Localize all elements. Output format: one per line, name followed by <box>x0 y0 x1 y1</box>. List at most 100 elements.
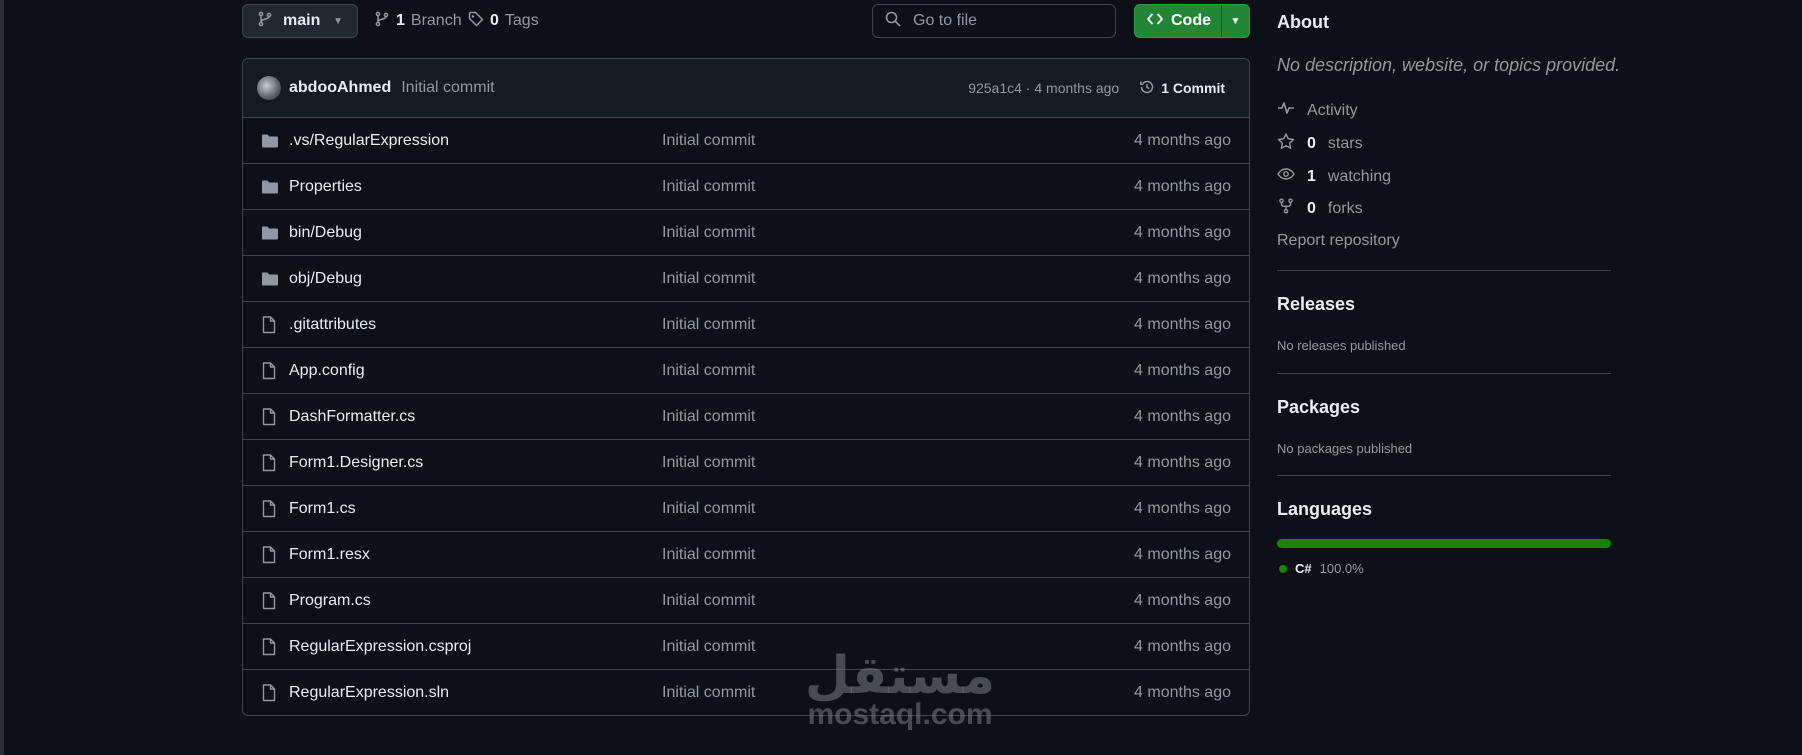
file-name-link[interactable]: obj/Debug <box>289 270 662 288</box>
activity-link[interactable]: Activity <box>1277 100 1358 121</box>
avatar[interactable] <box>257 76 281 100</box>
file-commit-date: 4 months ago <box>1134 361 1231 379</box>
folder-icon <box>261 224 279 242</box>
language-percent: 100.0% <box>1319 561 1364 576</box>
file-commit-message[interactable]: Initial commit <box>662 454 755 472</box>
file-row[interactable]: RegularExpression.csproj Initial commit 4 … <box>243 624 1249 670</box>
code-icon <box>1147 11 1163 32</box>
file-row[interactable]: Form1.resx Initial commit 4 months ago <box>243 532 1249 578</box>
branches-label: Branch <box>410 12 462 29</box>
commit-author[interactable]: abdooAhmed <box>289 79 391 97</box>
file-commit-date: 4 months ago <box>1134 407 1231 425</box>
file-name-link[interactable]: RegularExpression.sln <box>289 684 662 702</box>
branches-link[interactable]: 1 Branch <box>374 4 462 38</box>
file-name-link[interactable]: App.config <box>289 362 662 380</box>
file-commit-message[interactable]: Initial commit <box>662 592 755 610</box>
file-row[interactable]: obj/Debug Initial commit 4 months ago <box>243 256 1249 302</box>
tag-icon <box>468 11 484 32</box>
file-icon <box>261 453 279 472</box>
file-commit-date: 4 months ago <box>1134 591 1231 609</box>
releases-heading[interactable]: Releases <box>1277 294 1355 315</box>
tags-link[interactable]: 0 Tags <box>468 4 539 38</box>
file-commit-message[interactable]: Initial commit <box>662 270 755 288</box>
packages-text: No packages published <box>1277 441 1413 456</box>
file-row[interactable]: App.config Initial commit 4 months ago <box>243 348 1249 394</box>
file-commit-message[interactable]: Initial commit <box>662 638 755 656</box>
file-commit-date: 4 months ago <box>1134 223 1231 241</box>
file-commit-date: 4 months ago <box>1134 453 1231 471</box>
commits-link[interactable]: 1 Commit <box>1139 79 1225 98</box>
go-to-file-input[interactable] <box>911 11 1095 31</box>
about-description: No description, website, or topics provi… <box>1277 55 1621 75</box>
stars-link[interactable]: 0 stars <box>1277 133 1363 154</box>
file-commit-message[interactable]: Initial commit <box>662 684 755 702</box>
file-list: abdooAhmed Initial commit 925a1c4 · 4 mo… <box>242 58 1250 716</box>
file-commit-message[interactable]: Initial commit <box>662 362 755 380</box>
file-name-link[interactable]: Form1.resx <box>289 546 662 564</box>
file-row[interactable]: Form1.Designer.cs Initial commit 4 months … <box>243 440 1249 486</box>
file-row[interactable]: RegularExpression.sln Initial commit 4 mon… <box>243 670 1249 715</box>
tags-count: 0 <box>490 12 499 29</box>
fork-icon <box>1277 198 1295 219</box>
file-icon <box>261 637 279 656</box>
caret-down-icon: ▼ <box>333 15 343 27</box>
file-name-link[interactable]: DashFormatter.cs <box>289 408 662 426</box>
file-commit-date: 4 months ago <box>1134 684 1231 701</box>
commit-message[interactable]: Initial commit <box>401 79 494 97</box>
code-button-label: Code <box>1171 12 1211 29</box>
file-row[interactable]: Program.cs Initial commit 4 months ago <box>243 578 1249 624</box>
watermark-logo: مستقل mostaql.com <box>800 650 1000 730</box>
packages-heading[interactable]: Packages <box>1277 397 1360 418</box>
report-repository-link[interactable]: Report repository <box>1277 232 1400 250</box>
file-commit-message[interactable]: Initial commit <box>662 224 755 242</box>
forks-link[interactable]: 0 forks <box>1277 198 1363 219</box>
stars-label: stars <box>1327 134 1363 152</box>
commits-count: 1 Commit <box>1161 80 1225 96</box>
code-button[interactable]: Code ▼ <box>1134 4 1250 38</box>
language-color-dot <box>1279 564 1287 573</box>
file-name-link[interactable]: Form1.Designer.cs <box>289 454 662 472</box>
file-row[interactable]: .vs/RegularExpression Initial commit 4 mon… <box>243 118 1249 164</box>
divider <box>1277 270 1611 271</box>
file-name-link[interactable]: Program.cs <box>289 592 662 610</box>
forks-count: 0 <box>1307 199 1316 217</box>
commit-hash-time[interactable]: 925a1c4 · 4 months ago <box>968 80 1119 96</box>
watching-count: 1 <box>1307 167 1316 185</box>
file-name-link[interactable]: .vs/RegularExpression <box>289 132 662 150</box>
language-bar <box>1277 539 1611 548</box>
about-heading: About <box>1277 12 1329 32</box>
file-commit-message[interactable]: Initial commit <box>662 546 755 564</box>
file-icon <box>261 591 279 610</box>
watchers-link[interactable]: 1 watching <box>1277 166 1391 187</box>
eye-icon <box>1277 166 1295 187</box>
search-icon <box>885 11 901 32</box>
file-icon <box>261 684 279 702</box>
divider <box>1277 373 1611 374</box>
language-legend-item[interactable]: C# 100.0% <box>1279 561 1364 576</box>
git-branch-icon <box>374 11 390 32</box>
file-name-link[interactable]: Form1.cs <box>289 500 662 518</box>
activity-label: Activity <box>1307 101 1358 119</box>
file-row[interactable]: Form1.cs Initial commit 4 months ago <box>243 486 1249 532</box>
file-row[interactable]: Properties Initial commit 4 months ago <box>243 164 1249 210</box>
file-commit-message[interactable]: Initial commit <box>662 500 755 518</box>
file-commit-message[interactable]: Initial commit <box>662 132 755 150</box>
caret-down-icon[interactable]: ▼ <box>1222 16 1249 27</box>
file-row[interactable]: DashFormatter.cs Initial commit 4 months a… <box>243 394 1249 440</box>
forks-label: forks <box>1327 199 1363 217</box>
file-name-link[interactable]: Properties <box>289 178 662 196</box>
file-icon <box>261 499 279 518</box>
file-commit-date: 4 months ago <box>1134 131 1231 149</box>
file-name-link[interactable]: RegularExpression.csproj <box>289 638 662 656</box>
file-name-link[interactable]: bin/Debug <box>289 224 662 242</box>
file-name-link[interactable]: .gitattributes <box>289 316 662 334</box>
file-row[interactable]: bin/Debug Initial commit 4 months ago <box>243 210 1249 256</box>
go-to-file-box[interactable] <box>872 4 1116 38</box>
file-row[interactable]: .gitattributes Initial commit 4 months ago <box>243 302 1249 348</box>
file-commit-message[interactable]: Initial commit <box>662 316 755 334</box>
watermark-arabic: مستقل <box>804 646 996 706</box>
code-button-main[interactable]: Code <box>1135 5 1222 37</box>
file-commit-message[interactable]: Initial commit <box>662 178 755 196</box>
file-commit-message[interactable]: Initial commit <box>662 408 755 426</box>
branch-selector-button[interactable]: main ▼ <box>242 4 358 38</box>
